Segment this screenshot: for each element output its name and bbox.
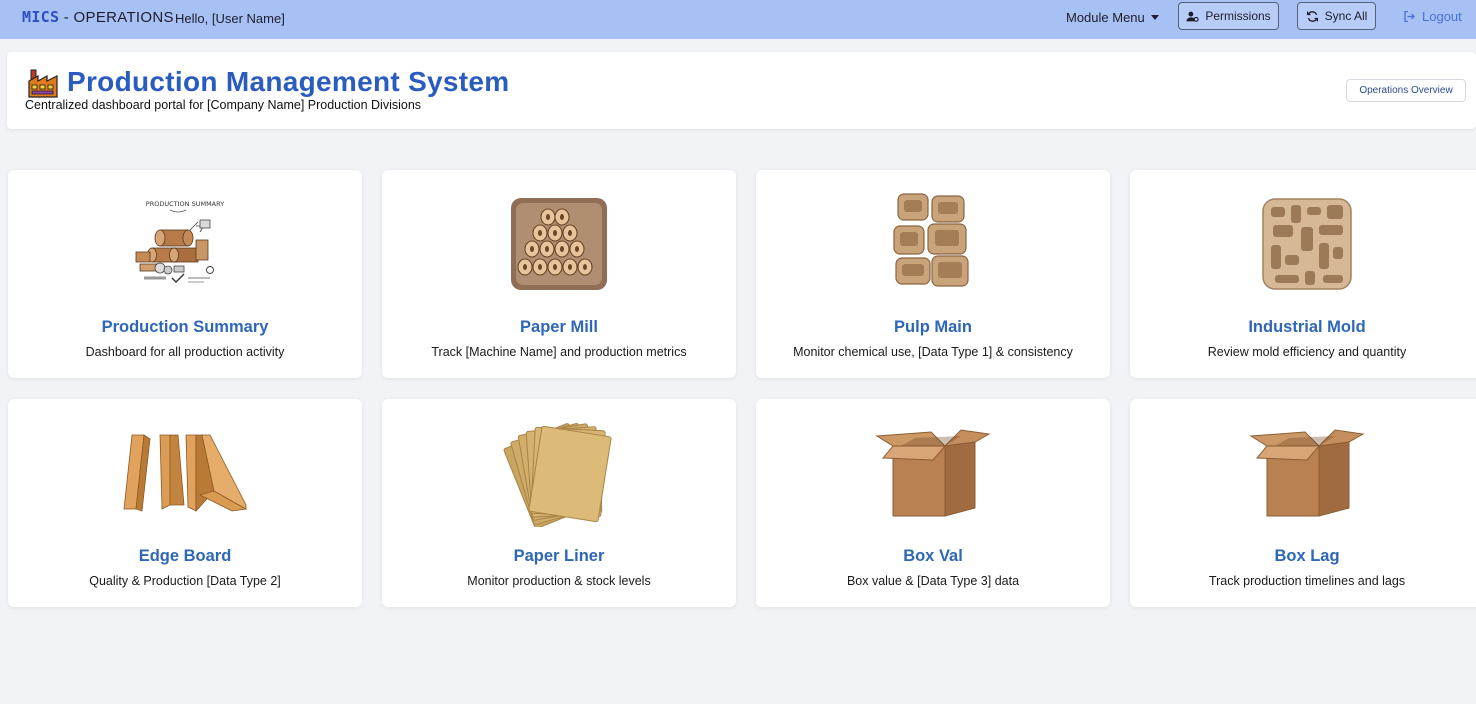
module-title: Box Val [903,547,963,565]
module-card-box-lag[interactable]: Box Lag Track production timelines and l… [1130,399,1476,607]
user-gear-icon [1186,11,1199,22]
paper-rolls-icon [382,188,736,300]
module-title: Box Lag [1274,547,1340,565]
illustration-label: PRODUCTION SUMMARY [146,200,224,208]
module-card-pulp-main[interactable]: Pulp Main Monitor chemical use, [Data Ty… [756,170,1110,378]
pulp-trays-icon [756,188,1110,300]
page-header: Production Management System Centralized… [7,52,1476,129]
module-card-box-val[interactable]: Box Val Box value & [Data Type 3] data [756,399,1110,607]
sync-icon [1306,10,1318,22]
brand-logo[interactable]: MICS - OPERATIONS [22,8,174,26]
module-card-industrial-mold[interactable]: Industrial Mold Review mold efficiency a… [1130,170,1476,378]
module-title: Paper Liner [513,547,605,565]
module-card-paper-mill[interactable]: Paper Mill Track [Machine Name] and prod… [382,170,736,378]
sync-all-label: Sync All [1324,9,1368,23]
module-description: Track production timelines and lags [1208,574,1406,588]
module-menu-dropdown[interactable]: Module Menu [1066,10,1159,25]
logout-link[interactable]: Logout [1403,9,1462,24]
brand-name: MICS [22,8,60,26]
operations-overview-button[interactable]: Operations Overview [1346,79,1466,102]
module-description: Review mold efficiency and quantity [1207,345,1407,359]
module-title: Paper Mill [520,318,598,336]
mold-tray-icon [1130,188,1476,300]
module-card-production-summary[interactable]: PRODUCTION SUMMARY Production Summary Da… [8,170,362,378]
cardboard-box-icon [1130,417,1476,529]
module-title: Industrial Mold [1248,318,1366,336]
brand-suffix: - OPERATIONS [59,9,174,26]
module-title: Pulp Main [894,318,972,336]
logout-label: Logout [1422,9,1462,24]
edge-board-icon [8,417,362,529]
module-description: Quality & Production [Data Type 2] [89,574,281,588]
production-summary-illustration: PRODUCTION SUMMARY [8,188,362,300]
module-description: Monitor chemical use, [Data Type 1] & co… [793,345,1073,359]
module-description: Dashboard for all production activity [85,345,285,359]
module-description: Track [Machine Name] and production metr… [431,345,687,359]
module-card-edge-board[interactable]: Edge Board Quality & Production [Data Ty… [8,399,362,607]
paper-sheets-icon [382,417,736,529]
top-navbar: MICS - OPERATIONS Hello, [User Name] Mod… [0,0,1476,39]
module-description: Box value & [Data Type 3] data [846,574,1020,588]
module-title: Production Summary [101,318,269,336]
cardboard-box-icon [756,417,1110,529]
module-title: Edge Board [138,547,232,565]
factory-icon [28,69,58,98]
logout-icon [1404,10,1415,23]
sync-all-button[interactable]: Sync All [1297,2,1376,30]
module-card-paper-liner[interactable]: Paper Liner Monitor production & stock l… [382,399,736,607]
permissions-label: Permissions [1205,9,1271,23]
caret-down-icon [1150,15,1159,20]
user-greeting: Hello, [User Name] [175,11,285,26]
module-menu-label: Module Menu [1066,10,1145,25]
page-subtitle: Centralized dashboard portal for [Compan… [25,98,422,112]
permissions-button[interactable]: Permissions [1178,2,1279,30]
module-description: Monitor production & stock levels [467,574,651,588]
page-title: Production Management System [67,66,510,97]
